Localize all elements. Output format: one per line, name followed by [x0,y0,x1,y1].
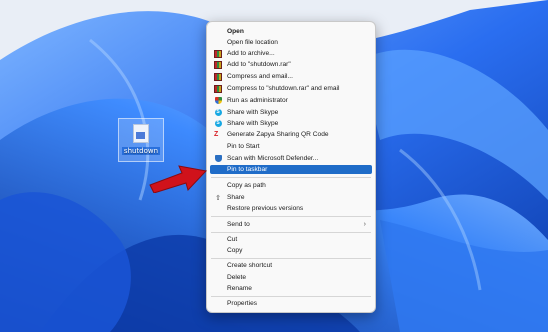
menu-item-label: Cut [227,236,238,243]
menu-item-label: Delete [227,274,247,281]
menu-separator [211,258,371,259]
menu-item-compress-and-email[interactable]: Compress and email... [210,71,372,82]
zapya-icon: Z [214,131,219,138]
winrar-icon [214,84,222,93]
menu-item-label: Compress to "shutdown.rar" and email [227,85,340,92]
menu-item-add-to-shutdown-rar[interactable]: Add to "shutdown.rar" [210,59,372,70]
desktop-icon-label: shutdown [121,147,161,155]
menu-item-delete[interactable]: Delete [210,272,372,283]
menu-item-label: Properties [227,300,258,307]
menu-item-restore-previous-versions[interactable]: Restore previous versions [210,203,372,214]
menu-item-label: Compress and email... [227,73,293,80]
menu-item-share[interactable]: ⇧ Share [210,192,372,203]
chevron-right-icon: › [363,221,366,228]
uac-shield-icon [214,97,222,104]
winrar-icon [214,60,222,69]
menu-item-copy-as-path[interactable]: Copy as path [210,180,372,191]
menu-item-open[interactable]: Open [210,26,372,37]
menu-item-add-to-archive[interactable]: Add to archive... [210,48,372,59]
winrar-icon [214,72,222,81]
menu-item-cut[interactable]: Cut [210,234,372,245]
menu-item-label: Open file location [227,39,278,46]
skype-icon: S [214,109,222,116]
menu-item-label: Add to "shutdown.rar" [227,61,291,68]
menu-item-label: Copy as path [227,182,266,189]
menu-item-label: Copy [227,247,243,254]
menu-separator [211,216,371,217]
menu-item-label: Send to [227,221,250,228]
menu-item-send-to[interactable]: Send to › [210,219,372,230]
winrar-icon [214,49,222,58]
menu-item-pin-to-taskbar[interactable]: Pin to taskbar [210,165,372,174]
menu-item-copy[interactable]: Copy [210,245,372,256]
menu-item-label: Scan with Microsoft Defender... [227,155,319,162]
skype-icon: S [214,120,222,127]
file-icon [133,124,149,143]
menu-separator [211,296,371,297]
menu-item-label: Run as administrator [227,97,288,104]
menu-item-label: Add to archive... [227,50,275,57]
menu-item-label: Open [227,28,244,35]
share-icon: ⇧ [215,194,221,202]
menu-item-create-shortcut[interactable]: Create shortcut [210,260,372,271]
menu-item-label: Share with Skype [227,109,279,116]
menu-item-open-file-location[interactable]: Open file location [210,37,372,48]
menu-item-label: Restore previous versions [227,205,304,212]
menu-item-label: Rename [227,285,252,292]
menu-item-pin-to-start[interactable]: Pin to Start [210,141,372,152]
menu-item-compress-to-rar-and-email[interactable]: Compress to "shutdown.rar" and email [210,83,372,94]
menu-item-label: Create shortcut [227,262,273,269]
menu-item-run-as-administrator[interactable]: Run as administrator [210,95,372,106]
menu-item-label: Share [227,194,245,201]
menu-item-label: Pin to Start [227,143,260,150]
shutdown-desktop-icon[interactable]: shutdown [118,118,164,162]
menu-item-scan-with-defender[interactable]: Scan with Microsoft Defender... [210,153,372,164]
menu-item-share-with-skype-2[interactable]: S Share with Skype [210,118,372,129]
menu-item-generate-zapya-qr[interactable]: Z Generate Zapya Sharing QR Code [210,129,372,140]
menu-item-share-with-skype[interactable]: S Share with Skype [210,107,372,118]
menu-item-label: Generate Zapya Sharing QR Code [227,131,329,138]
menu-separator [211,177,371,178]
defender-shield-icon [214,155,222,162]
menu-item-rename[interactable]: Rename [210,283,372,294]
menu-item-label: Pin to taskbar [227,166,268,173]
menu-separator [211,232,371,233]
context-menu: Open Open file location Add to archive..… [206,21,376,313]
menu-item-properties[interactable]: Properties [210,298,372,309]
menu-item-label: Share with Skype [227,120,279,127]
red-arrow-icon [149,165,207,193]
